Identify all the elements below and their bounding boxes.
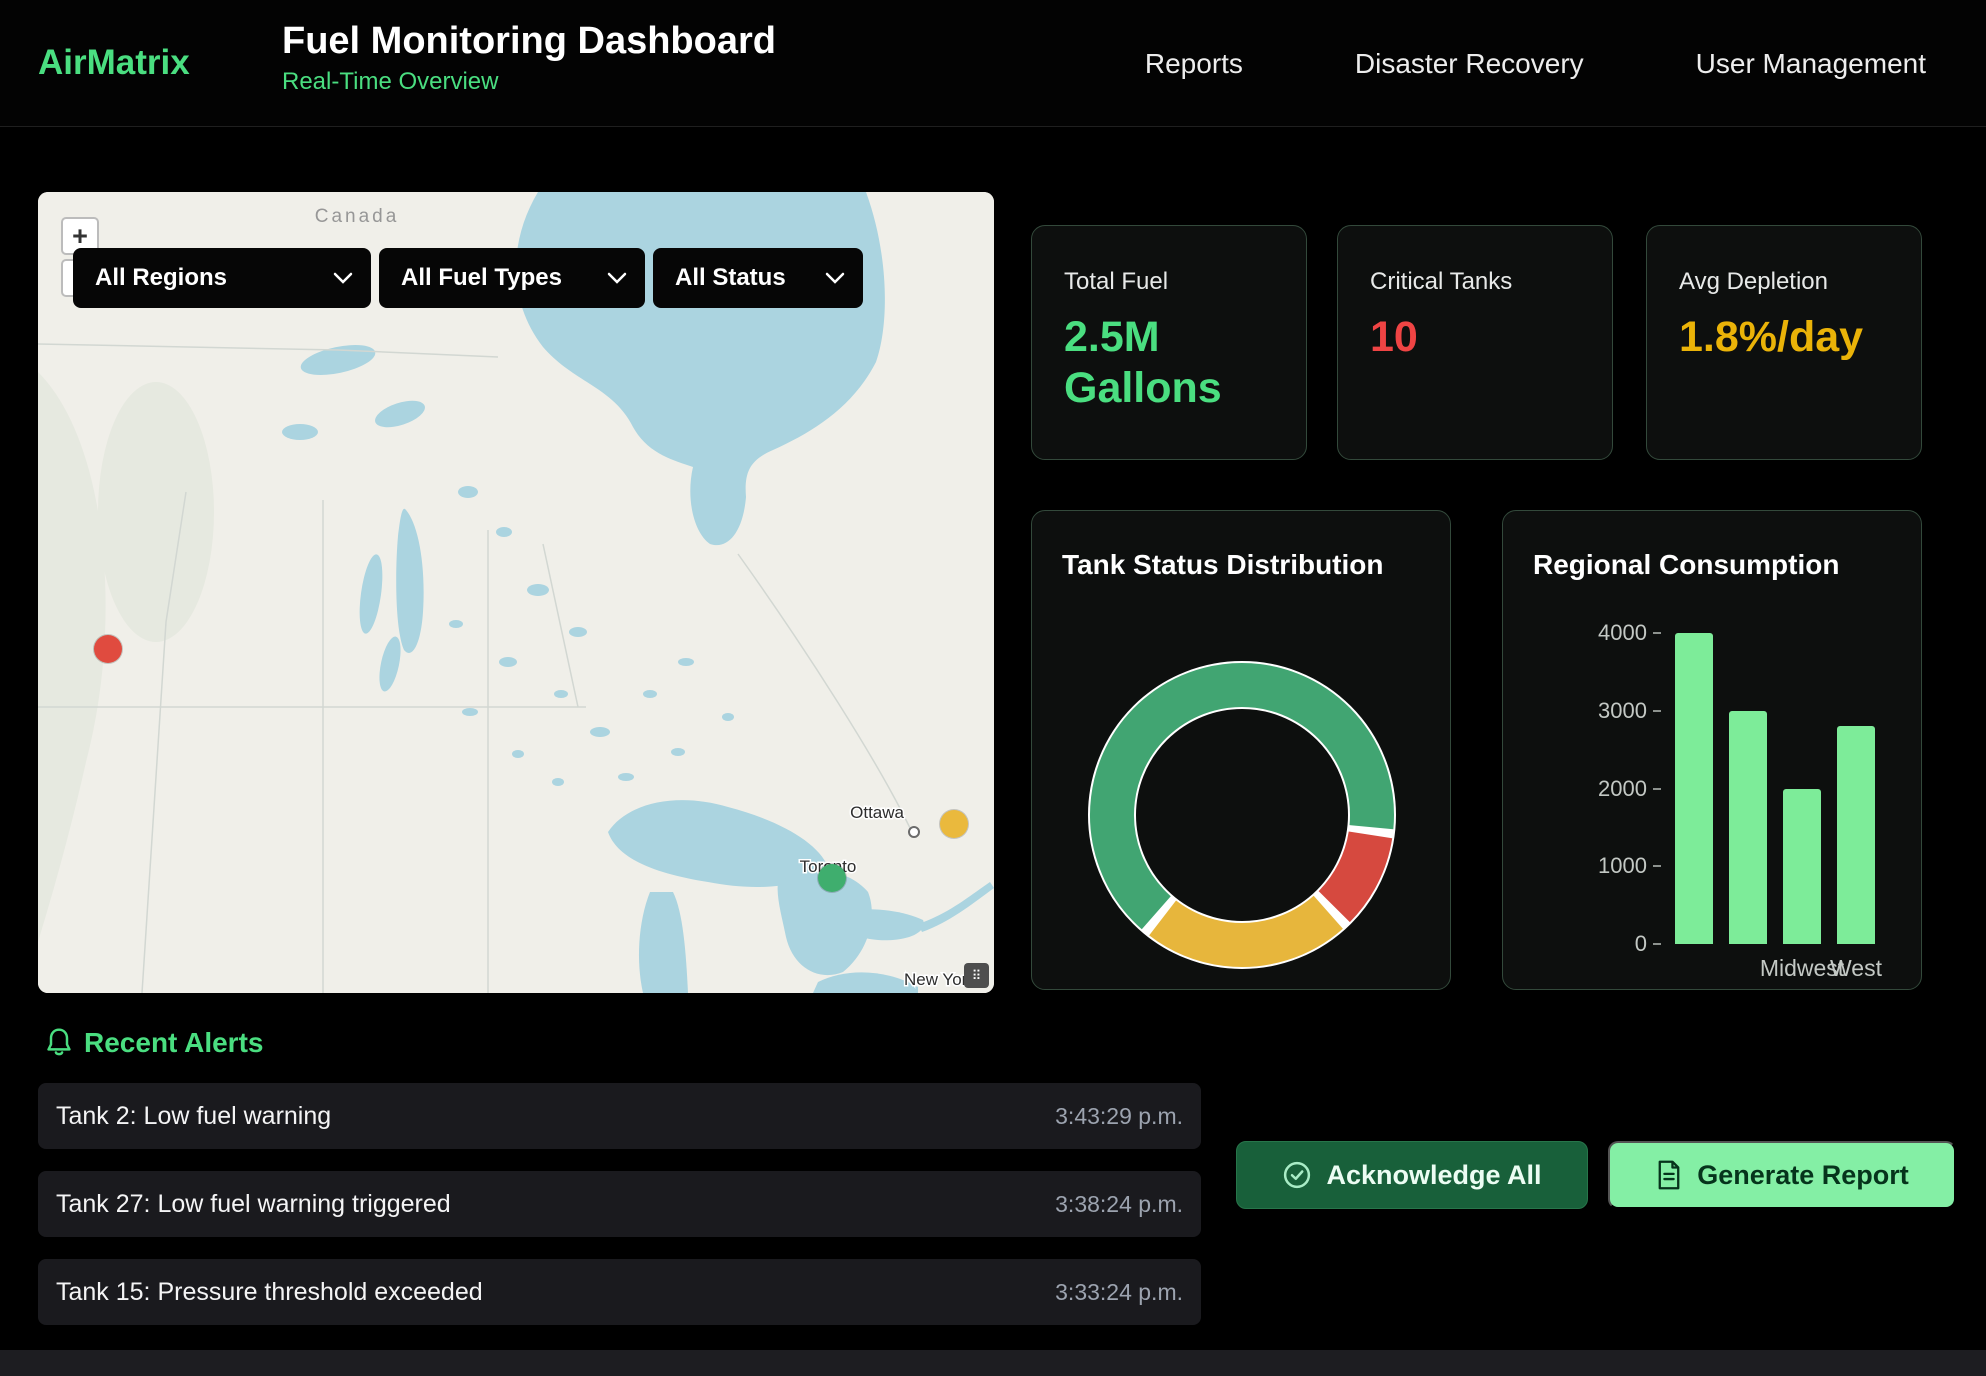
donut-svg [1072, 645, 1412, 985]
chevron-down-icon [607, 272, 627, 284]
alert-timestamp: 3:43:29 p.m. [1055, 1103, 1183, 1130]
alert-message: Tank 2: Low fuel warning [56, 1102, 331, 1131]
page-subtitle: Real-Time Overview [282, 68, 776, 96]
stat-card-total-fuel: Total Fuel 2.5M Gallons [1031, 225, 1307, 460]
main-nav: Reports Disaster Recovery User Managemen… [1145, 0, 1926, 127]
generate-report-button[interactable]: Generate Report [1608, 1141, 1956, 1209]
bottom-strip [0, 1350, 1986, 1376]
alert-message: Tank 15: Pressure threshold exceeded [56, 1278, 483, 1307]
fuel-type-filter-dropdown[interactable]: All Fuel Types [379, 248, 645, 308]
x-tick-label: West [1837, 955, 1875, 982]
alert-timestamp: 3:33:24 p.m. [1055, 1279, 1183, 1306]
y-tick-label: 4000 [1598, 620, 1647, 646]
stat-value-avg-depletion: 1.8%/day [1679, 312, 1889, 363]
brand-logo[interactable]: AirMatrix [38, 43, 190, 83]
alert-timestamp: 3:38:24 p.m. [1055, 1191, 1183, 1218]
nav-item-reports[interactable]: Reports [1145, 48, 1243, 80]
y-tick-label: 1000 [1598, 853, 1647, 879]
bar-west [1837, 726, 1875, 944]
map-marker-warning[interactable] [940, 810, 968, 838]
region-filter-dropdown[interactable]: All Regions [73, 248, 371, 308]
y-tick-label: 0 [1635, 931, 1647, 957]
check-circle-icon [1282, 1160, 1312, 1190]
bar-chart-title: Regional Consumption [1533, 549, 1839, 581]
header: AirMatrix Fuel Monitoring Dashboard Real… [0, 0, 1986, 127]
stat-value-critical-tanks: 10 [1370, 312, 1580, 363]
map[interactable]: Canada Ottawa Toronto New York − + All R… [38, 192, 994, 993]
stat-card-critical-tanks: Critical Tanks 10 [1337, 225, 1613, 460]
fuel-type-filter-value: All Fuel Types [401, 264, 562, 292]
region-filter-value: All Regions [95, 264, 227, 292]
document-icon [1655, 1160, 1683, 1190]
generate-report-label: Generate Report [1697, 1160, 1909, 1191]
bar-plot [1675, 633, 1883, 944]
donut-chart [1072, 645, 1412, 985]
attribution-toggle-icon[interactable]: ⠿ [964, 963, 989, 988]
map-canvas: Canada Ottawa Toronto New York [38, 192, 994, 993]
bell-icon [44, 1026, 74, 1058]
y-tick-label: 2000 [1598, 776, 1647, 802]
chevron-down-icon [825, 272, 845, 284]
status-filter-value: All Status [675, 264, 786, 292]
status-filter-dropdown[interactable]: All Status [653, 248, 863, 308]
city-dot-ottawa [909, 827, 919, 837]
nav-item-user-management[interactable]: User Management [1696, 48, 1926, 80]
bar-category-1 [1675, 633, 1713, 944]
map-label-canada: Canada [315, 206, 400, 227]
recent-alerts-title: Recent Alerts [84, 1027, 263, 1059]
fuel-monitoring-dashboard: AirMatrix Fuel Monitoring Dashboard Real… [0, 0, 1986, 1376]
map-marker-normal[interactable] [818, 864, 846, 892]
nav-item-disaster-recovery[interactable]: Disaster Recovery [1355, 48, 1584, 80]
stat-card-avg-depletion: Avg Depletion 1.8%/day [1646, 225, 1922, 460]
stat-label: Critical Tanks [1370, 268, 1580, 296]
tank-status-distribution-panel: Tank Status Distribution [1031, 510, 1451, 990]
stat-label: Total Fuel [1064, 268, 1274, 296]
map-filters: All Regions All Fuel Types All Status [73, 248, 863, 308]
x-tick-label: Midwest [1783, 955, 1821, 982]
chevron-down-icon [333, 272, 353, 284]
alert-row[interactable]: Tank 27: Low fuel warning triggered 3:38… [38, 1171, 1201, 1237]
stat-label: Avg Depletion [1679, 268, 1889, 296]
regional-consumption-panel: Regional Consumption 0 1000 2000 3000 4000 M… [1502, 510, 1922, 990]
map-label-ottawa: Ottawa [850, 803, 904, 822]
alert-row[interactable]: Tank 2: Low fuel warning 3:43:29 p.m. [38, 1083, 1201, 1149]
page-title: Fuel Monitoring Dashboard [282, 20, 776, 64]
y-tick-label: 3000 [1598, 698, 1647, 724]
x-tick-label [1675, 955, 1713, 982]
title-block: Fuel Monitoring Dashboard Real-Time Over… [282, 20, 776, 96]
bar-category-2 [1729, 711, 1767, 944]
bar-x-axis: Midwest West [1675, 955, 1883, 982]
acknowledge-all-button[interactable]: Acknowledge All [1236, 1141, 1588, 1209]
donut-chart-title: Tank Status Distribution [1062, 549, 1384, 581]
map-marker-critical[interactable] [94, 635, 122, 663]
alert-message: Tank 27: Low fuel warning triggered [56, 1190, 451, 1219]
stat-value-total-fuel: 2.5M Gallons [1064, 312, 1274, 413]
bar-y-axis: 01000200030004000 [1503, 633, 1669, 944]
alert-row[interactable]: Tank 15: Pressure threshold exceeded 3:3… [38, 1259, 1201, 1325]
bar-midwest [1783, 789, 1821, 945]
acknowledge-all-label: Acknowledge All [1326, 1160, 1541, 1191]
